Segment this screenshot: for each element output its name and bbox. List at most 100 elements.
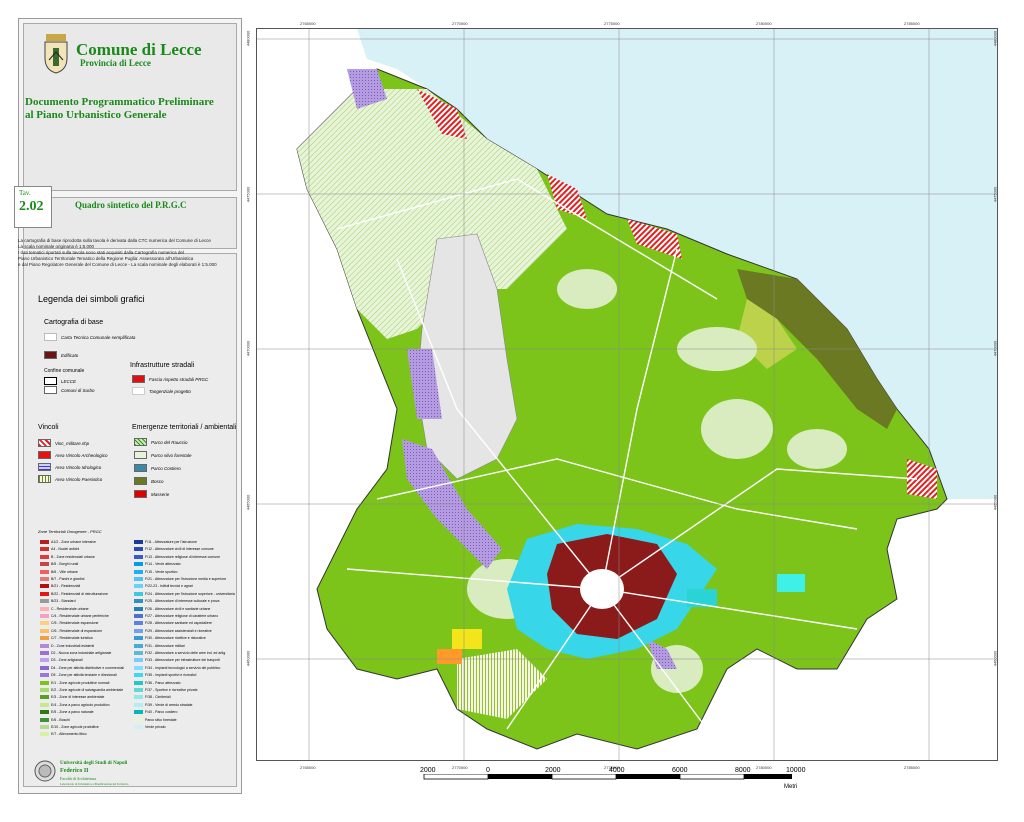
grid-y-label: 4460000 bbox=[245, 650, 251, 667]
zone-legend-item: F/34 - Impianti tecnologici a servizio d… bbox=[134, 665, 221, 670]
zone-swatch bbox=[134, 614, 143, 618]
legend-swatch bbox=[44, 377, 57, 385]
zone-legend-item: F/15 - Verde sportivo bbox=[134, 569, 178, 574]
coat-of-arms-icon bbox=[44, 34, 68, 74]
tavola-label: Tav. bbox=[19, 189, 31, 197]
zone-legend-item: F/11 - Attrezzature per l'istruzione bbox=[134, 540, 197, 544]
scale-bar-graphic bbox=[423, 774, 792, 780]
zone-legend-item: C/7 - Residenziale turistica bbox=[40, 636, 93, 641]
zone-legend-item: D5 - Zone per attività terziarie e direz… bbox=[40, 673, 117, 678]
zone-swatch bbox=[40, 554, 49, 559]
university-subname: Federico II bbox=[60, 768, 89, 774]
zone-legend-item: E/7 - Allevamento ittico bbox=[40, 732, 87, 737]
zone-swatch bbox=[40, 702, 49, 707]
legend-swatch bbox=[44, 333, 57, 341]
zone-swatch bbox=[40, 651, 49, 655]
zone-legend-item: F/37 - Sportive e ricreative private bbox=[134, 688, 198, 692]
legend-item-label: Fascia rispetto stradali PRGC bbox=[149, 376, 209, 382]
legend-item: Parco silvo forestale bbox=[134, 451, 192, 459]
zone-label: F/12 - Attrezzature civili di interesse … bbox=[145, 547, 214, 552]
scale-label: 2000 bbox=[420, 767, 436, 774]
zone-label: E/2 - Zone agricole di salvaguardia ambi… bbox=[51, 688, 124, 692]
zone-legend-item: Parco silvo forestale bbox=[134, 717, 177, 722]
legend-item-label: Area Vincolo Paesistico bbox=[55, 476, 103, 482]
zone-legend-item: F/22-23 - Istituti tecnici e agrari bbox=[134, 584, 193, 589]
legend-item: Fascia rispetto stradali PRGC bbox=[132, 375, 208, 383]
zone-swatch bbox=[40, 680, 49, 685]
map-frame[interactable] bbox=[256, 28, 998, 761]
grid-y-label: 4470000 bbox=[992, 340, 998, 357]
legend-item-label: Area Vincolo Archeologico bbox=[55, 452, 108, 458]
scale-label: 2000 bbox=[545, 767, 561, 774]
zone-swatch bbox=[134, 636, 143, 641]
legend-swatch bbox=[134, 438, 147, 446]
legend-item-label: LECCE bbox=[61, 378, 77, 384]
zone-legend-item: B/6 - Ville urbane bbox=[40, 569, 78, 574]
zone-label: B/6 - Ville urbane bbox=[51, 569, 78, 574]
zone-swatch bbox=[40, 643, 49, 648]
zone-legend-item: E/3 - Zone di interesse ambientale bbox=[40, 695, 104, 700]
zone-legend-item: E/2 - Zone agricole di salvaguardia ambi… bbox=[40, 688, 123, 692]
legend-item: Vinc_militare.shp bbox=[38, 439, 89, 447]
legend-item-label: Masserie bbox=[151, 491, 170, 497]
zone-label: E/10 - Zone agricole produttive bbox=[51, 725, 99, 729]
thematic-map[interactable] bbox=[257, 29, 998, 761]
zone-swatch bbox=[134, 710, 143, 715]
scale-label: 6000 bbox=[672, 767, 688, 774]
zone-label: F/11 - Attrezzature per l'istruzione bbox=[145, 540, 197, 544]
grid-x-label: 2785000 bbox=[904, 765, 920, 770]
zone-label: Parco silvo forestale bbox=[145, 717, 177, 722]
zone-swatch bbox=[40, 695, 49, 700]
zone-legend-item: F/26 - Attrezzature civili e sanitarie u… bbox=[134, 606, 210, 611]
zone-legend-item: F/12 - Attrezzature civili di interesse … bbox=[134, 547, 214, 552]
zone-label: E/4 - Zona a parco agricolo produttivo bbox=[51, 702, 110, 707]
zone-legend-item: F/38 - Cimiteriali bbox=[134, 695, 170, 700]
zone-legend-item: C/5 - Residenziale espansione bbox=[40, 621, 98, 626]
grid-y-label: 4460000 bbox=[992, 650, 998, 667]
zone-label: C/7 - Residenziale turistica bbox=[51, 636, 93, 641]
zone-swatch bbox=[134, 680, 143, 685]
zone-label: F/28 - Attrezzature sanitarie ed ospedal… bbox=[145, 621, 212, 626]
zone-legend-item: F/33 - Attrezzature per infrastrutture d… bbox=[134, 658, 220, 663]
zone-label: A4 - Nuclei antichi bbox=[51, 547, 80, 552]
zone-legend-item: F/36 - Parco attrezzato bbox=[134, 680, 181, 685]
grid-x-label: 2785000 bbox=[904, 21, 920, 26]
zone-label: F/34 - Impianti tecnologici a servizio d… bbox=[145, 665, 221, 670]
legend-item: LECCE bbox=[44, 377, 76, 385]
zone-label: B - Zone residenziali urbane bbox=[51, 554, 95, 559]
zone-swatch bbox=[40, 636, 49, 641]
zone-label: F/24 - Attrezzature per l'istruzione sup… bbox=[145, 591, 235, 596]
legend-section-vincoli: Vincoli bbox=[38, 424, 59, 431]
zone-legend-item: B - Zone residenziali urbane bbox=[40, 554, 95, 559]
zone-swatch bbox=[134, 621, 143, 626]
zone-legend-item: A4 - Nuclei antichi bbox=[40, 547, 80, 552]
document-title: Documento Programmatico Preliminare al P… bbox=[25, 96, 214, 121]
legend-item: Parco del Rauccio bbox=[134, 438, 188, 446]
zone-swatch bbox=[134, 717, 143, 722]
scale-unit: Metri bbox=[784, 784, 798, 790]
legend-item-label: Parco Costiero bbox=[151, 465, 181, 471]
zone-swatch bbox=[134, 599, 143, 604]
tavola-title: Quadro sintetico del P.R.G.C bbox=[75, 200, 187, 210]
legend-swatch bbox=[38, 475, 51, 483]
note-line: e dal Piano Regolatore Generale del Comu… bbox=[18, 262, 217, 267]
zone-label: E/6 - Boschi bbox=[51, 717, 70, 722]
map-sheet: Comune di Lecce Provincia di Lecce Docum… bbox=[0, 0, 1024, 822]
zone-label: F/37 - Sportive e ricreative private bbox=[145, 688, 198, 692]
zone-swatch bbox=[134, 702, 143, 707]
notes-block: La cartografia di base riprodotta sulla … bbox=[18, 238, 218, 268]
zone-swatch bbox=[40, 658, 49, 663]
legend-item: Area Vincolo Paesistico bbox=[38, 475, 102, 483]
scale-label: 10000 bbox=[786, 767, 806, 774]
zone-swatch bbox=[40, 673, 49, 678]
zone-swatch bbox=[40, 591, 49, 596]
zone-label: B/22 - Residenziali di ristrutturazione bbox=[51, 591, 108, 596]
zone-legend-item: F/13 - Attrezzature religiose di interes… bbox=[134, 554, 220, 559]
legend-item: Masserie bbox=[134, 490, 169, 498]
zone-swatch bbox=[40, 547, 49, 552]
zone-legend-item: F/29 - Attrezzature assistenziali e ricr… bbox=[134, 628, 212, 633]
legend-swatch bbox=[132, 387, 145, 395]
grid-x-label: 2770000 bbox=[452, 21, 468, 26]
zone-swatch bbox=[134, 540, 143, 544]
zone-legend-item: B/5 - Borghi rurali bbox=[40, 562, 78, 567]
